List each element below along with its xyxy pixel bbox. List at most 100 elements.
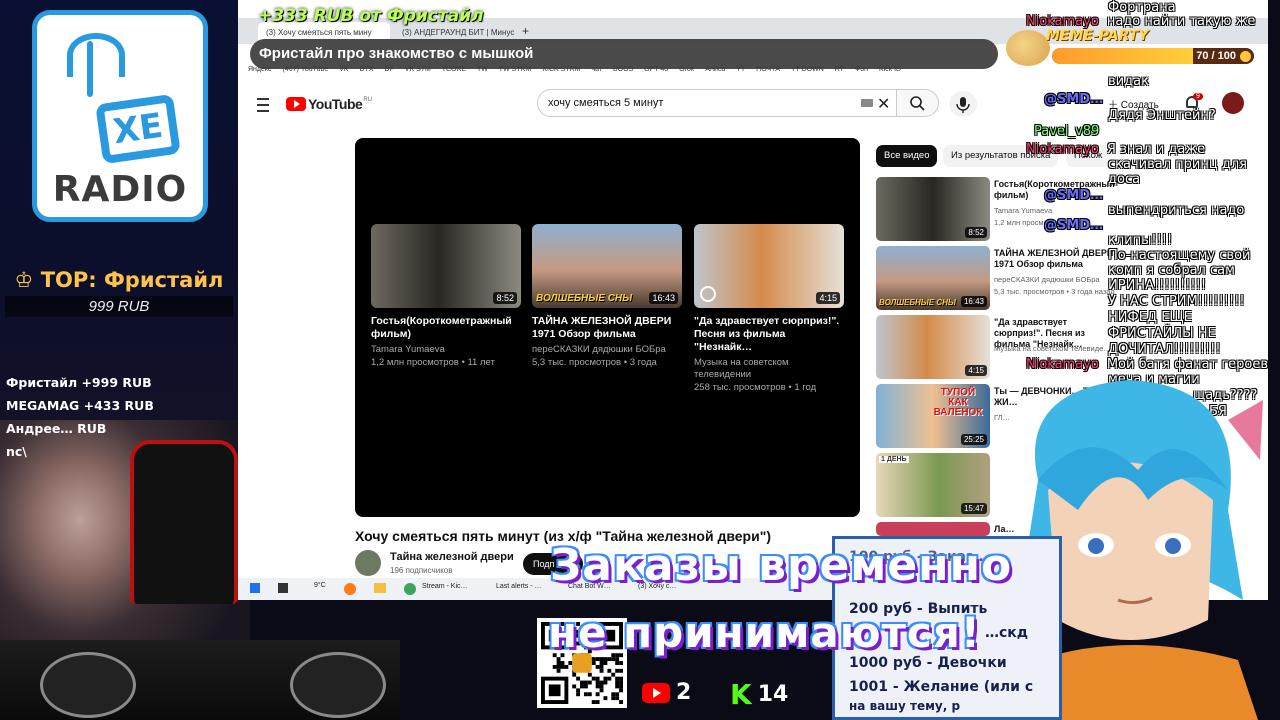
gaming-chair: [130, 440, 238, 604]
video-meta: 5,3 тыс. просмотров • 3 года: [532, 357, 657, 368]
progress-fill: [1052, 48, 1194, 64]
top-donor-amount: 999 RUB: [5, 296, 233, 317]
clear-search-icon[interactable]: ✕: [877, 94, 890, 114]
antenna-icon: [87, 41, 93, 97]
top-donor-panel: ♔ TOP: Фристайл 999 RUB: [0, 268, 238, 317]
channel-name[interactable]: Tamara Yumaeva: [371, 344, 521, 356]
video-duration: 4:15: [816, 292, 840, 304]
order-line: …скд: [985, 625, 1029, 641]
thumbnail-caption: ВОЛШЕБНЫЕ СНЫ: [536, 293, 633, 304]
video-meta: 5,3 тыс. просмотров • 3 года назад: [994, 287, 1115, 296]
thumbnail-caption: 1 ДЕНЬ: [879, 456, 909, 463]
video-duration: 16:43: [649, 292, 678, 304]
order-line: 1000 руб - Девочки: [849, 655, 1007, 671]
channel-watermark-icon: [700, 286, 716, 302]
meme-party-progress: 70 / 100: [1050, 46, 1256, 66]
weather-widget[interactable]: 9°C: [314, 582, 326, 589]
meme-party-title: MEME-PARTY: [1046, 28, 1149, 44]
video-thumbnail[interactable]: ВОЛШЕБНЫЕ СНЫ 16:43: [876, 246, 990, 310]
video-title[interactable]: ТАЙНА ЖЕЛЕЗНОЙ ДВЕРИ 1971 Обзор фильма: [532, 315, 682, 341]
youtube-play-icon: [286, 97, 306, 111]
crown-icon: ♔: [14, 268, 41, 292]
top-donor-title: TOP: Фристайл: [40, 268, 224, 292]
search-input[interactable]: хочу смеяться 5 минут: [537, 89, 897, 117]
channel-name[interactable]: Музыка на советском телевидении: [694, 357, 844, 381]
menu-icon[interactable]: [257, 98, 269, 112]
voice-search-button[interactable]: [949, 91, 977, 117]
video-thumbnail[interactable]: 8:52: [876, 177, 990, 241]
create-button[interactable]: ＋ Создать: [1108, 96, 1159, 111]
video-thumbnail[interactable]: 1 ДЕНЬ 15:47: [876, 453, 990, 517]
video-thumbnail[interactable]: [876, 522, 990, 536]
chip-similar[interactable]: Похож: [1066, 145, 1111, 167]
youtube-logo[interactable]: YouTube RU: [286, 96, 372, 112]
dj-controller: [0, 640, 400, 720]
recommended-video[interactable]: ВОЛШЕБНЫЕ СНЫ 16:43 ТАЙНА ЖЕЛЕЗНОЙ ДВЕРИ…: [876, 246, 1246, 310]
donation-banner: +333 RUB от Фристайл: [258, 6, 484, 26]
video-title[interactable]: "Да здравствует сюрприз!". Песня из филь…: [694, 315, 844, 354]
channel-name[interactable]: Музыка на советском телевиде…: [994, 343, 1134, 354]
search-icon: [910, 96, 925, 111]
logo-mark: XE: [95, 93, 181, 165]
jog-wheel-icon: [40, 652, 136, 718]
announcement-line-1: Заказы временно: [550, 540, 1013, 591]
announcement-line-2: не принимаются!: [548, 608, 981, 657]
antenna-waves-icon: [67, 33, 125, 77]
stream-title-overlay: Фристайл про знакомство с мышкой: [250, 39, 998, 69]
firefox-icon[interactable]: [344, 583, 356, 595]
jog-wheel-icon: [290, 652, 386, 718]
account-avatar[interactable]: [1222, 92, 1244, 114]
end-screen-card[interactable]: 8:52 Гостья(Короткометражный фильм) Tama…: [371, 224, 521, 369]
chrome-icon[interactable]: [404, 583, 416, 595]
video-thumbnail[interactable]: 4:15: [876, 315, 990, 379]
donor-line: nc\: [6, 444, 27, 459]
meme-party-widget: MEME-PARTY 70 / 100: [1006, 26, 1258, 68]
channel-name[interactable]: переСКАЗКИ дядюшки БОБра: [994, 274, 1134, 285]
channel-avatar[interactable]: [355, 550, 381, 576]
xe-radio-logo: XE RADIO: [32, 10, 208, 222]
video-thumbnail[interactable]: ТУПОЙ КАК ВАЛЕНОК 25:25: [876, 384, 990, 448]
end-screen-card[interactable]: ВОЛШЕБНЫЕ СНЫ 16:43 ТАЙНА ЖЕЛЕЗНОЙ ДВЕРИ…: [532, 224, 682, 369]
thumbnail-caption: ВОЛШЕБНЫЕ СНЫ: [879, 298, 956, 307]
video-duration: 8:52: [965, 227, 987, 238]
kick-viewers: 14: [757, 682, 789, 707]
video-meta: 258 тыс. просмотров • 1 год: [694, 382, 817, 393]
video-thumbnail[interactable]: 4:15: [694, 224, 844, 308]
video-meta: 1,2 млн просмотров: [994, 218, 1064, 227]
subscriber-count: 196 подписчиков: [390, 566, 453, 575]
video-duration: 16:43: [960, 296, 987, 307]
youtube-icon: [642, 682, 670, 703]
create-label: Создать: [1120, 100, 1159, 111]
region-code: RU: [363, 97, 372, 103]
keyboard-icon[interactable]: [861, 99, 873, 107]
youtube-viewers: 2: [676, 680, 692, 705]
youtube-logo-text: YouTube: [308, 96, 363, 112]
channel-name[interactable]: переСКАЗКИ дядюшки БОБра: [532, 344, 682, 356]
search-button[interactable]: [897, 89, 939, 117]
order-line: на вашу тему, р: [849, 699, 961, 713]
channel-name[interactable]: Tamara Yumaeva: [994, 205, 1134, 216]
donor-line: Фристайл +999 RUB: [6, 375, 152, 390]
channel-name[interactable]: Тайна железной двери: [390, 551, 514, 563]
taskbar-item[interactable]: Last alerts - …: [496, 583, 542, 590]
chip-from-search[interactable]: Из результатов поиска: [943, 145, 1059, 167]
video-title[interactable]: Гостья(Короткометражный фильм): [371, 315, 521, 341]
folder-icon[interactable]: [374, 583, 386, 593]
progress-value: 70 / 100: [1196, 50, 1236, 62]
microphone-icon: [956, 97, 970, 113]
video-title[interactable]: ТАЙНА ЖЕЛЕЗНОЙ ДВЕРИ 1971 Обзор фильма: [994, 248, 1114, 270]
video-thumbnail[interactable]: ВОЛШЕБНЫЕ СНЫ 16:43: [532, 224, 682, 308]
doge-icon: [1006, 30, 1050, 66]
video-title[interactable]: Гостья(Короткометражный фильм): [994, 179, 1115, 201]
chip-all-videos[interactable]: Все видео: [876, 145, 938, 167]
end-screen-card[interactable]: 4:15 "Да здравствует сюрприз!". Песня из…: [694, 224, 844, 394]
start-icon[interactable]: [250, 583, 260, 593]
video-thumbnail[interactable]: 8:52: [371, 224, 521, 308]
order-line: 1001 - Желание (или с: [849, 679, 1034, 695]
coin-icon: [1240, 51, 1251, 62]
logo-text: RADIO: [52, 169, 188, 210]
taskbar-item[interactable]: Stream - Kic…: [422, 583, 468, 590]
donor-line: Андрее… RUB: [6, 421, 107, 436]
recommended-video[interactable]: 8:52 Гостья(Короткометражный фильм) Tama…: [876, 177, 1246, 241]
search-icon[interactable]: [278, 583, 288, 593]
